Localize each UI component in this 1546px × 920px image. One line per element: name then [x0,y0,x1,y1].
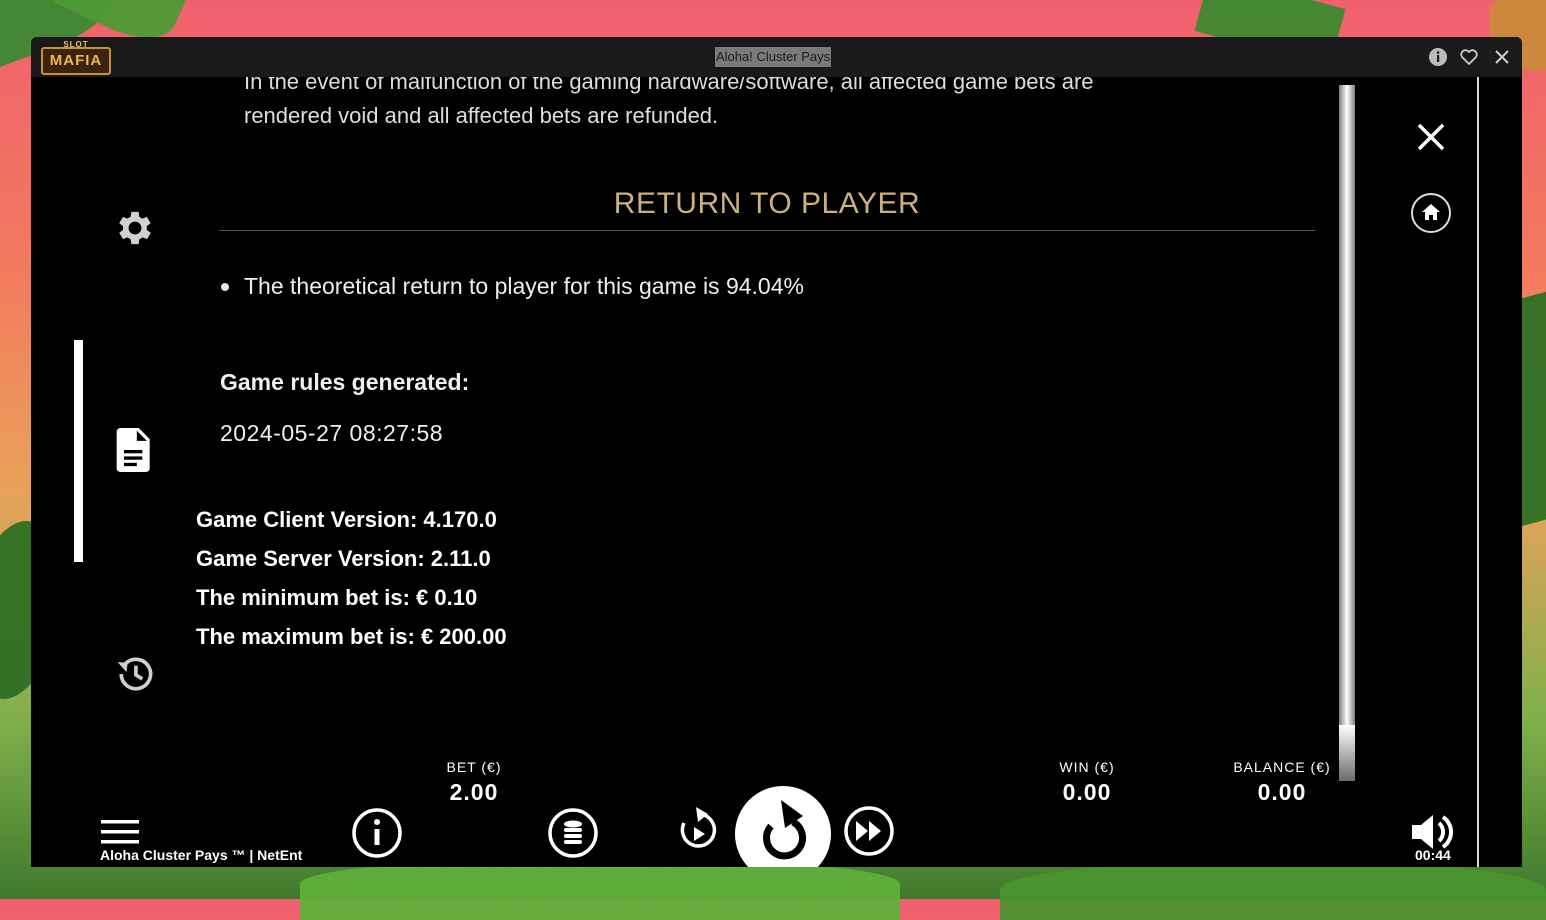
bet-value: 2.00 [449,779,499,805]
window-title: Aloha! Cluster Pays [715,47,832,67]
rules-text: rendered void and all affected bets are … [244,103,719,128]
balance-value: 0.00 [1257,779,1307,805]
win-value: 0.00 [1062,779,1112,805]
home-button[interactable] [1411,193,1451,233]
logo-main-text: MAFIA [49,52,103,69]
autoplay-icon[interactable] [674,803,722,855]
server-version: Game Server Version: 2.11.0 [196,546,491,571]
menu-icon[interactable] [100,817,140,847]
scrollbar-thumb[interactable] [1339,725,1355,781]
coins-bet-icon[interactable] [547,807,599,859]
spin-button[interactable] [735,786,831,867]
logo-top-text: SLOT [63,40,89,49]
slot-mafia-logo[interactable]: SLOT MAFIA [41,40,111,75]
bullet-point [221,283,229,291]
rules-content: In the event of malfunction of the gamin… [31,77,1331,767]
clock: 00:44 [1415,847,1451,863]
client-version: Game Client Version: 4.170.0 [196,507,497,532]
info-button-icon[interactable] [351,807,403,859]
game-info-footer: Aloha Cluster Pays ™ | NetEnt [100,847,303,863]
max-bet-text: The maximum bet is: € 200.00 [196,624,507,649]
close-rules-icon[interactable] [1415,121,1447,153]
win-label: WIN (€) [1059,759,1115,775]
title-bar: SLOT MAFIA Aloha! Cluster Pays [31,37,1522,77]
rules-partial-line: In the event of malfunction of the gamin… [244,77,1094,94]
info-icon[interactable] [1428,47,1448,67]
min-bet-text: The minimum bet is: € 0.10 [196,585,478,610]
heart-icon[interactable] [1459,47,1479,67]
bet-label: BET (€) [446,759,502,775]
rules-panel: In the event of malfunction of the gamin… [31,77,1478,867]
balance-label: BALANCE (€) [1233,759,1331,775]
scrollbar-track[interactable] [1339,85,1355,781]
section-divider [219,230,1315,231]
rules-generated-label: Game rules generated: [220,369,470,395]
spin-icon [763,800,806,860]
background-foliage [1000,860,1546,920]
background-foliage [300,860,900,920]
game-window: SLOT MAFIA Aloha! Cluster Pays In the ev… [31,37,1522,867]
turbo-spin-icon[interactable] [843,805,895,857]
rtp-text: The theoretical return to player for thi… [244,273,804,299]
home-icon [1422,204,1440,220]
section-title: RETURN TO PLAYER [613,187,921,220]
rules-generated-date: 2024-05-27 08:27:58 [220,420,444,446]
close-window-icon[interactable] [1492,47,1512,67]
panel-edge [1477,77,1479,867]
